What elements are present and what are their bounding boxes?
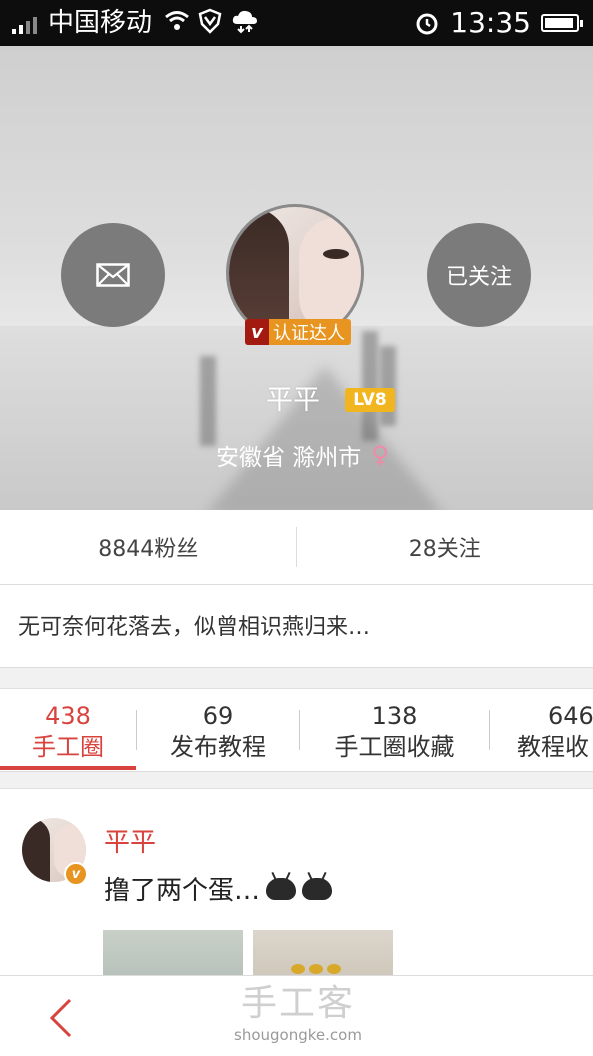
emoji-icon	[302, 878, 332, 900]
level-badge: LV8	[345, 388, 395, 412]
tab-circle-favorites[interactable]: 138 手工圈收藏	[300, 689, 489, 771]
wifi-icon	[164, 8, 190, 34]
post-image[interactable]	[253, 930, 393, 975]
post-text: 撸了两个蛋…	[104, 870, 260, 907]
bio-section: 无可奈何花落去，似曾相识燕归来…	[0, 585, 593, 668]
cloud-sync-icon	[230, 8, 260, 34]
watermark-logo-text: 手工客	[228, 982, 368, 1026]
section-gap	[0, 772, 593, 789]
profile-cover: 已关注 v 认证达人 平平 LV8 安徽省 滁州市 ♀	[0, 46, 593, 510]
carrier-name: 中国移动	[48, 6, 152, 40]
post-author-name[interactable]: 平平	[104, 822, 156, 859]
message-button[interactable]	[61, 223, 165, 327]
content-tabs: 438 手工圈 69 发布教程 138 手工圈收藏 646 教程收	[0, 689, 593, 772]
stats-divider	[296, 527, 297, 567]
emoji-icon	[266, 878, 296, 900]
follow-status-button[interactable]: 已关注	[427, 223, 531, 327]
site-watermark: 手工客 shougongke.com	[228, 982, 368, 1044]
active-tab-indicator	[0, 766, 136, 770]
bio-text: 无可奈何花落去，似曾相识燕归来…	[18, 609, 370, 641]
envelope-icon	[96, 263, 130, 287]
location-row: 安徽省 滁州市 ♀	[216, 438, 389, 472]
follow-button-label: 已关注	[446, 259, 512, 291]
section-gap	[0, 668, 593, 689]
profile-name: 平平	[266, 378, 320, 417]
tab-handcraft-circle[interactable]: 438 手工圈	[0, 689, 136, 771]
verified-v-icon: v	[245, 319, 269, 345]
following-count[interactable]: 28关注	[297, 510, 593, 584]
clock-time: 13:35	[450, 6, 531, 40]
status-bar: 中国移动 13:35	[0, 0, 593, 46]
location-text: 安徽省 滁州市	[216, 438, 361, 472]
followers-count[interactable]: 8844粉丝	[0, 510, 297, 584]
battery-icon	[541, 14, 579, 32]
female-icon: ♀	[371, 441, 389, 469]
post-content[interactable]: 撸了两个蛋…	[104, 870, 332, 907]
vpn-shield-icon	[198, 8, 222, 34]
post-image[interactable]	[103, 930, 243, 975]
watermark-url: shougongke.com	[228, 1026, 368, 1044]
tab-tutorial-favorites[interactable]: 646 教程收	[500, 689, 593, 771]
tab-published-tutorials[interactable]: 69 发布教程	[137, 689, 299, 771]
signal-icon	[12, 14, 37, 34]
bottom-bar: 手工客 shougongke.com	[0, 975, 593, 1056]
verified-badge: v 认证达人	[245, 319, 351, 345]
alarm-icon	[414, 10, 440, 36]
verified-badge-label: 认证达人	[269, 319, 351, 345]
back-arrow-icon[interactable]	[42, 998, 82, 1038]
verified-v-icon: v	[64, 862, 88, 886]
